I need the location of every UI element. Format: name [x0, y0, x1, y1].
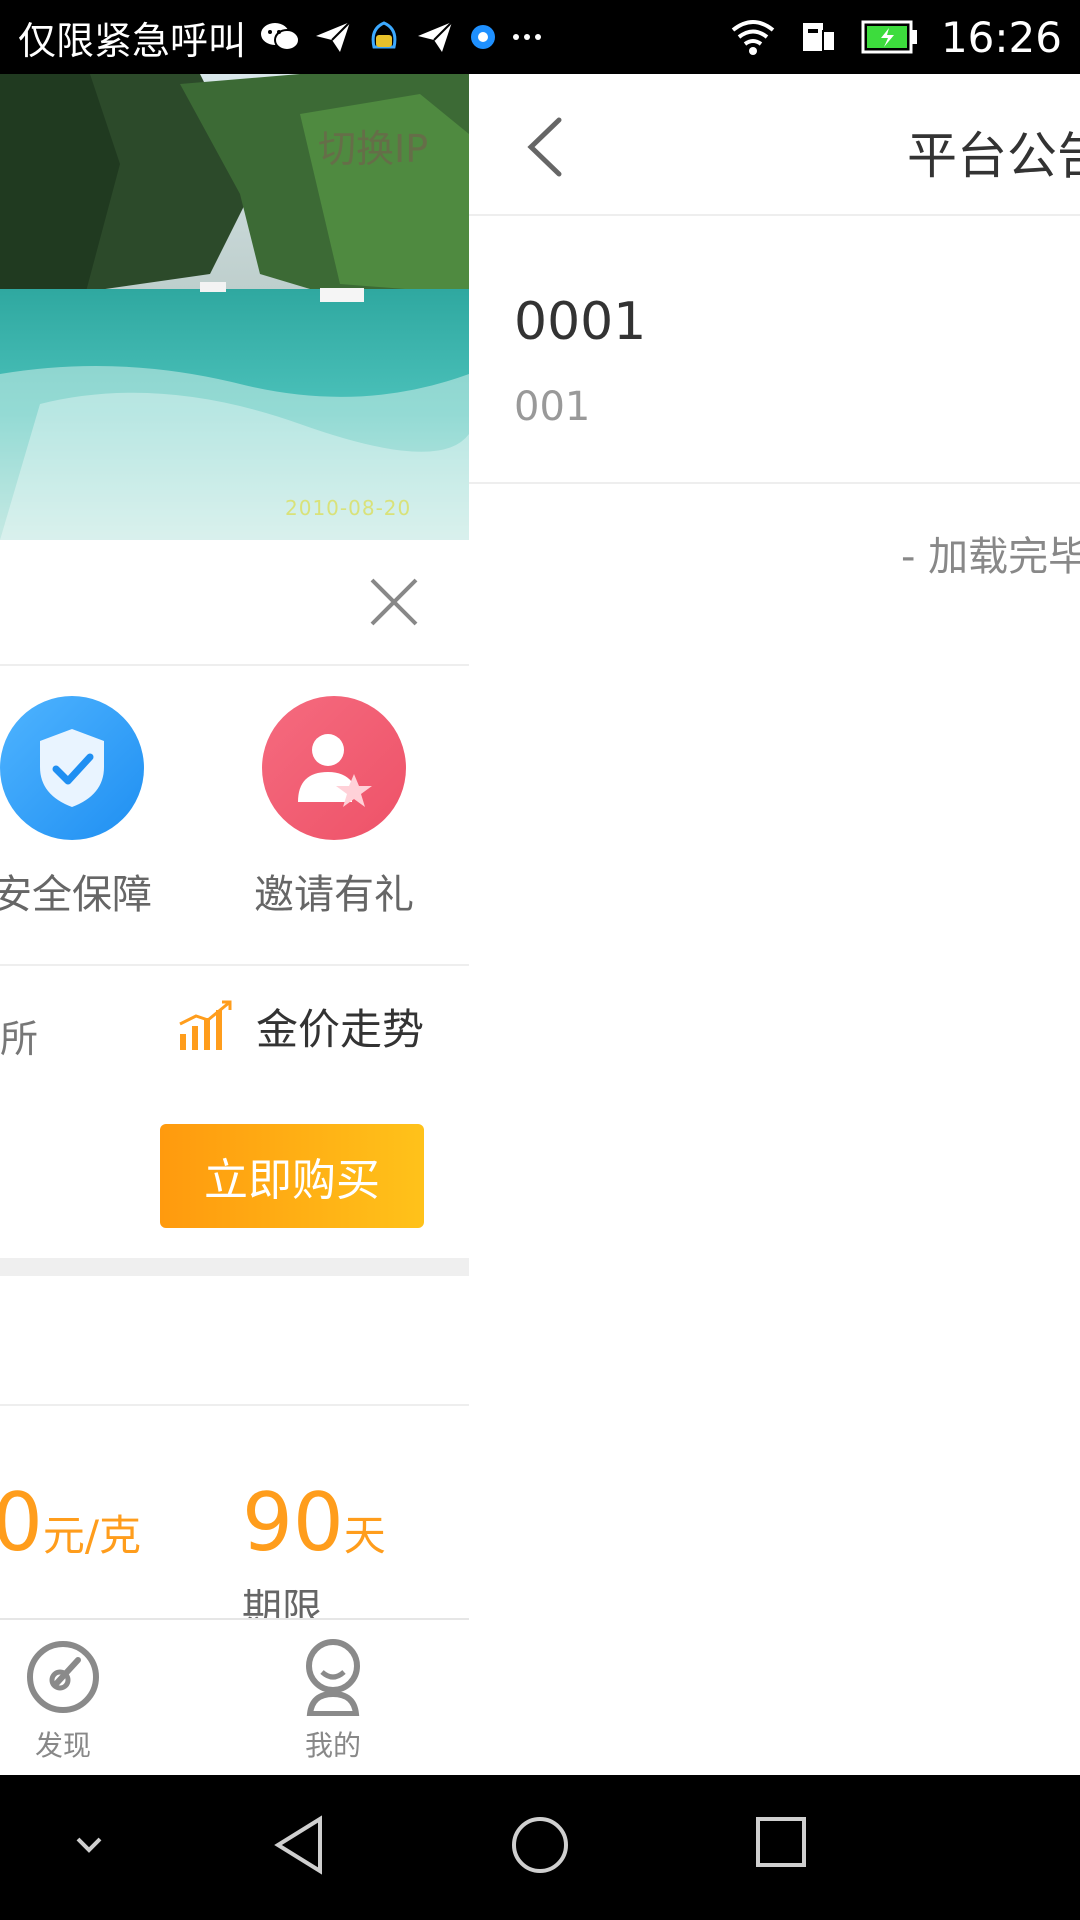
banner-image[interactable]: 切换IP 2010-08-20 — [0, 74, 469, 540]
section-header — [0, 1276, 469, 1406]
load-complete-text: - 加载完毕 — [901, 534, 1080, 580]
partial-label[interactable]: 所 — [0, 1008, 38, 1063]
product-card[interactable]: 0元/克 90天 期限 — [0, 1406, 469, 1632]
feature-security-label: 安全保障 — [0, 872, 152, 918]
notice-title: 0001 — [514, 292, 647, 352]
clock: 16:26 — [940, 12, 1062, 62]
battery-charging-icon — [861, 20, 919, 54]
browser-icon — [468, 22, 498, 52]
qq-icon — [366, 17, 402, 57]
tab-discover-label: 发现 — [34, 1729, 91, 1762]
banner-date-stamp: 2010-08-20 — [285, 496, 412, 520]
switch-ip-label[interactable]: 切换IP — [318, 118, 428, 173]
page-title: 平台公告 — [907, 127, 1080, 185]
tab-discover[interactable]: 发现 — [0, 1638, 128, 1764]
person-icon — [300, 1639, 366, 1720]
feature-row: 安全保障 邀请有礼 — [0, 666, 469, 966]
tab-bar: 发现 我的 — [0, 1618, 469, 1775]
gold-trend-link[interactable]: 金价走势 — [176, 996, 424, 1057]
collapse-chevron-icon[interactable] — [74, 1835, 104, 1861]
notice-page[interactable]: 平台公告 0001 001 - 加载完毕 — [469, 74, 1080, 1775]
term-value: 90天 — [242, 1476, 386, 1569]
wifi-icon — [729, 18, 777, 56]
gold-trend-label: 金价走势 — [256, 1005, 425, 1054]
compass-icon — [24, 1641, 102, 1720]
close-icon[interactable] — [368, 576, 420, 628]
bar-chart-trend-icon — [176, 998, 236, 1056]
trend-row: 所 金价走势 — [0, 966, 469, 1096]
notice-item[interactable]: 0001 001 — [469, 216, 1080, 484]
more-dots-icon — [512, 32, 542, 42]
buy-now-button[interactable]: 立即购买 — [160, 1124, 424, 1228]
system-nav-bar — [0, 1775, 1080, 1920]
tab-mine[interactable]: 我的 — [268, 1638, 398, 1764]
back-triangle-icon[interactable] — [272, 1815, 328, 1879]
previous-app-panel[interactable]: 切换IP 2010-08-20 安全保障 邀请有礼 所 金价走势 立即购买 0元… — [0, 74, 469, 1775]
shield-check-icon — [0, 696, 144, 840]
user-star-icon — [262, 696, 406, 840]
feature-security[interactable]: 安全保障 — [0, 696, 172, 920]
home-circle-icon[interactable] — [510, 1815, 570, 1879]
feature-invite-label: 邀请有礼 — [254, 872, 414, 918]
back-icon[interactable] — [521, 116, 571, 178]
close-row — [0, 540, 469, 666]
price-value: 0元/克 — [0, 1476, 142, 1569]
sim-icon — [799, 19, 839, 55]
status-bar: 仅限紧急呼叫 16:26 — [0, 0, 1080, 74]
section-divider — [0, 1258, 469, 1276]
notice-subtitle: 001 — [514, 384, 591, 430]
feature-invite[interactable]: 邀请有礼 — [234, 696, 434, 920]
tab-mine-label: 我的 — [304, 1729, 361, 1762]
paper-plane-icon — [416, 20, 454, 54]
nav-bar: 平台公告 — [469, 74, 1080, 216]
carrier-text: 仅限紧急呼叫 — [18, 18, 247, 63]
recents-square-icon[interactable] — [754, 1815, 808, 1873]
paper-plane-icon — [314, 20, 352, 54]
wechat-icon — [260, 20, 301, 54]
